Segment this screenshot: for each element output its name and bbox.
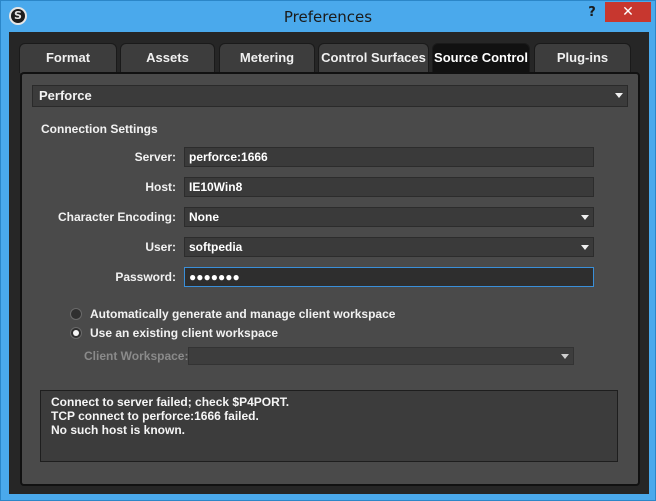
tab-plug-ins[interactable]: Plug-ins [534,43,631,73]
source-control-provider-select[interactable]: Perforce [32,85,628,107]
connection-log: Connect to server failed; check $P4PORT.… [40,390,618,462]
workspace-option-auto-label: Automatically generate and manage client… [90,307,396,321]
client-workspace-select[interactable] [188,347,574,365]
chevron-down-icon [615,93,623,98]
character-encoding-label: Character Encoding: [57,210,176,224]
log-line: Connect to server failed; check $P4PORT. [51,395,290,409]
tab-source-control[interactable]: Source Control [432,43,530,74]
client-area: Format Assets Metering Control Surfaces … [9,32,649,494]
tab-control-surfaces[interactable]: Control Surfaces [318,43,429,73]
source-control-panel: Perforce Connection Settings Server: per… [20,72,640,486]
host-field[interactable]: IE10Win8 [184,177,594,197]
client-workspace-label: Client Workspace: [84,349,189,363]
user-select[interactable]: softpedia [184,237,594,257]
tab-format[interactable]: Format [19,43,117,73]
chevron-down-icon [561,354,569,359]
help-button[interactable]: ? [585,4,599,22]
log-line: TCP connect to perforce:1666 failed. [51,409,259,423]
close-button[interactable]: ✕ [605,2,651,22]
preferences-tabs: Format Assets Metering Control Surfaces … [19,43,639,74]
tab-assets[interactable]: Assets [120,43,215,73]
character-encoding-select[interactable]: None [184,207,594,227]
window-title: Preferences [283,8,373,26]
provider-value: Perforce [39,88,92,103]
chevron-down-icon [581,215,589,220]
user-label: User: [145,240,176,254]
server-field[interactable]: perforce:1666 [184,147,594,167]
title-bar[interactable]: S Preferences ? ✕ [1,1,655,32]
user-value: softpedia [189,240,243,254]
password-field[interactable]: ●●●●●●● [184,267,594,287]
radio-existing[interactable] [70,327,82,339]
tab-metering[interactable]: Metering [219,43,315,73]
workspace-option-existing-label: Use an existing client workspace [90,326,279,340]
log-line: No such host is known. [51,423,186,437]
radio-auto[interactable] [70,308,82,320]
connection-settings-heading: Connection Settings [41,122,158,136]
chevron-down-icon [581,245,589,250]
server-label: Server: [134,150,176,164]
preferences-window: S Preferences ? ✕ Format Assets Metering… [0,0,656,501]
character-encoding-value: None [189,210,219,224]
host-label: Host: [145,180,176,194]
password-label: Password: [115,270,176,284]
